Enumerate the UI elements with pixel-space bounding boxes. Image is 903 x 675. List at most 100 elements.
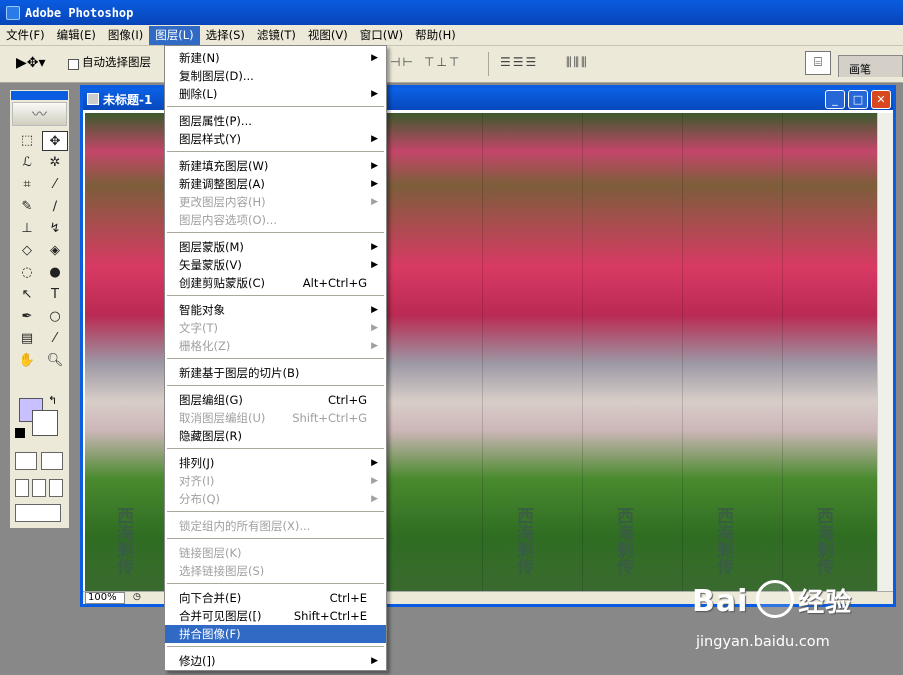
quick-mask-mode-button[interactable] — [41, 452, 63, 470]
menu-item-group-layers[interactable]: 图层编组(G) Ctrl+G — [165, 391, 386, 409]
palette-well-icon[interactable]: ⌸ — [805, 51, 831, 75]
menu-layer[interactable]: 图层(L) — [149, 25, 200, 45]
menu-divider — [167, 646, 384, 647]
type-tool-icon[interactable]: T — [42, 285, 68, 305]
submenu-arrow-icon: ▶ — [371, 53, 378, 63]
menu-item-vector-mask[interactable]: 矢量蒙版(V) ▶ — [165, 256, 386, 274]
menu-item-hide-layers[interactable]: 隐藏图层(R) — [165, 427, 386, 445]
menu-item-layer-mask[interactable]: 图层蒙版(M) ▶ — [165, 238, 386, 256]
eyedropper-tool-icon[interactable]: ⁄ — [42, 329, 68, 349]
menu-window[interactable]: 窗口(W) — [354, 26, 409, 45]
menu-item-label: 矢量蒙版(V) — [179, 258, 242, 272]
distribute-horizontal-icons[interactable]: ⫼⫼⫼ — [566, 55, 589, 70]
jump-to-imageready-button[interactable] — [15, 504, 61, 522]
zoom-tool-icon[interactable]: 🔍︎ — [42, 351, 68, 371]
status-arrow-icon[interactable]: ◷ — [133, 592, 141, 602]
healing-brush-tool-icon[interactable]: ✎ — [14, 197, 40, 217]
toolbox: 〰 ⬚ ✥ ℒ ✲ ⌗ ⁄ ✎ ∕ ⊥ ↯ ◇ ◈ ◌ ● ↖ T ✒ ○ ▤ … — [9, 89, 70, 529]
options-bar: ▶✥▾ 自动选择图层 ⊣⊢ ⊤⊥⊤ ☰☰☰ ⫼⫼⫼ — [0, 46, 903, 83]
submenu-arrow-icon: ▶ — [371, 161, 378, 171]
watermark-text: 西 海 剩 传 — [117, 509, 139, 577]
feather-logo-icon[interactable]: 〰 — [12, 102, 67, 126]
screen-mode-standard-button[interactable] — [15, 479, 29, 497]
dodge-tool-icon[interactable]: ● — [42, 263, 68, 283]
menu-image[interactable]: 图像(I) — [102, 26, 149, 45]
swap-colors-icon[interactable]: ↰ — [48, 394, 57, 407]
app-titlebar: Adobe Photoshop — [0, 0, 903, 25]
move-tool-preset-icon[interactable]: ▶✥▾ — [16, 54, 46, 72]
menu-item-duplicate-layer[interactable]: 复制图层(D)... — [165, 67, 386, 85]
background-color-swatch[interactable] — [32, 410, 58, 436]
menu-shortcut: Ctrl+E — [329, 591, 367, 605]
menu-item-label: 栅格化(Z) — [179, 339, 231, 353]
layer-menu-dropdown: 新建(N) ▶ 复制图层(D)... 删除(L) ▶ 图层属性(P)... 图层样式… — [164, 45, 387, 671]
jingyan-logo-text: 经验 — [798, 588, 853, 618]
menu-select[interactable]: 选择(S) — [200, 26, 251, 45]
menu-item-label: 合并可见图层([) — [179, 609, 262, 623]
submenu-arrow-icon: ▶ — [371, 179, 378, 189]
crop-tool-icon[interactable]: ⌗ — [14, 175, 40, 195]
menu-item-create-clipping-mask[interactable]: 创建剪贴蒙版(C) Alt+Ctrl+G — [165, 274, 386, 292]
history-brush-tool-icon[interactable]: ↯ — [42, 219, 68, 239]
toolbox-titlebar[interactable] — [11, 91, 68, 100]
menu-item-new-fill-layer[interactable]: 新建填充图层(W) ▶ — [165, 157, 386, 175]
menu-item-flatten-image[interactable]: 拼合图像(F) — [165, 625, 386, 643]
auto-select-checkbox[interactable] — [68, 59, 79, 70]
menu-divider — [167, 511, 384, 512]
screen-mode-menubar-button[interactable] — [32, 479, 46, 497]
magic-wand-tool-icon[interactable]: ✲ — [42, 153, 68, 173]
ellipse-tool-icon[interactable]: ○ — [42, 307, 68, 327]
menu-item-arrange[interactable]: 排列(J) ▶ — [165, 454, 386, 472]
menu-edit[interactable]: 编辑(E) — [51, 26, 102, 45]
menu-file[interactable]: 文件(F) — [0, 26, 51, 45]
screen-mode-full-button[interactable] — [49, 479, 63, 497]
menu-item-label: 新建基于图层的切片(B) — [179, 366, 300, 380]
zoom-field[interactable]: 100% — [85, 592, 125, 604]
close-button[interactable]: ✕ — [871, 90, 891, 109]
lasso-tool-icon[interactable]: ℒ — [14, 153, 40, 173]
align-vertical-icons[interactable]: ⊤⊥⊤ — [424, 55, 461, 69]
minimize-button[interactable]: _ — [825, 90, 845, 109]
default-colors-icon[interactable] — [15, 428, 25, 438]
menu-help[interactable]: 帮助(H) — [409, 26, 462, 45]
menu-view[interactable]: 视图(V) — [302, 26, 354, 45]
menu-item-smart-objects[interactable]: 智能对象 ▶ — [165, 301, 386, 319]
menu-item-label: 创建剪贴蒙版(C) — [179, 276, 266, 290]
maximize-button[interactable]: □ — [848, 90, 868, 109]
slice-tool-icon[interactable]: ⁄ — [42, 175, 68, 195]
standard-mode-button[interactable] — [15, 452, 37, 470]
menu-item-merge-visible[interactable]: 合并可见图层([) Shift+Ctrl+E — [165, 607, 386, 625]
menu-item-label: 对齐(I) — [179, 474, 215, 488]
pen-tool-icon[interactable]: ✒ — [14, 307, 40, 327]
menu-item-new[interactable]: 新建(N) ▶ — [165, 49, 386, 67]
menu-item-matting[interactable]: 修边(]) ▶ — [165, 652, 386, 670]
menu-item-new-layer-based-slice[interactable]: 新建基于图层的切片(B) — [165, 364, 386, 382]
blur-tool-icon[interactable]: ◌ — [14, 263, 40, 283]
submenu-arrow-icon: ▶ — [371, 260, 378, 270]
brush-tool-icon[interactable]: ∕ — [42, 197, 68, 217]
menu-item-label: 图层编组(G) — [179, 393, 243, 407]
menu-item-delete[interactable]: 删除(L) ▶ — [165, 85, 386, 103]
menu-item-new-adjustment-layer[interactable]: 新建调整图层(A) ▶ — [165, 175, 386, 193]
menu-filter[interactable]: 滤镜(T) — [251, 26, 302, 45]
menu-item-layer-properties[interactable]: 图层属性(P)... — [165, 112, 386, 130]
paint-bucket-tool-icon[interactable]: ◈ — [42, 241, 68, 261]
marquee-tool-icon[interactable]: ⬚ — [14, 131, 40, 151]
move-tool-icon[interactable]: ✥ — [42, 131, 68, 151]
vertical-scrollbar[interactable] — [877, 113, 893, 594]
menu-item-label: 智能对象 — [179, 303, 225, 317]
eraser-tool-icon[interactable]: ◇ — [14, 241, 40, 261]
menu-item-layer-style[interactable]: 图层样式(Y) ▶ — [165, 130, 386, 148]
menu-item-label: 选择链接图层(S) — [179, 564, 265, 578]
hand-tool-icon[interactable]: ✋ — [14, 351, 40, 371]
submenu-arrow-icon: ▶ — [371, 476, 378, 486]
distribute-icons[interactable]: ☰☰☰ — [500, 55, 538, 69]
stamp-tool-icon[interactable]: ⊥ — [14, 219, 40, 239]
menu-shortcut: Alt+Ctrl+G — [302, 276, 367, 290]
path-select-tool-icon[interactable]: ↖ — [14, 285, 40, 305]
notes-tool-icon[interactable]: ▤ — [14, 329, 40, 349]
menu-item-merge-down[interactable]: 向下合并(E) Ctrl+E — [165, 589, 386, 607]
menu-divider — [167, 448, 384, 449]
tab-brushes[interactable]: 画笔 — [838, 55, 903, 77]
align-icons[interactable]: ⊣⊢ — [390, 55, 415, 69]
